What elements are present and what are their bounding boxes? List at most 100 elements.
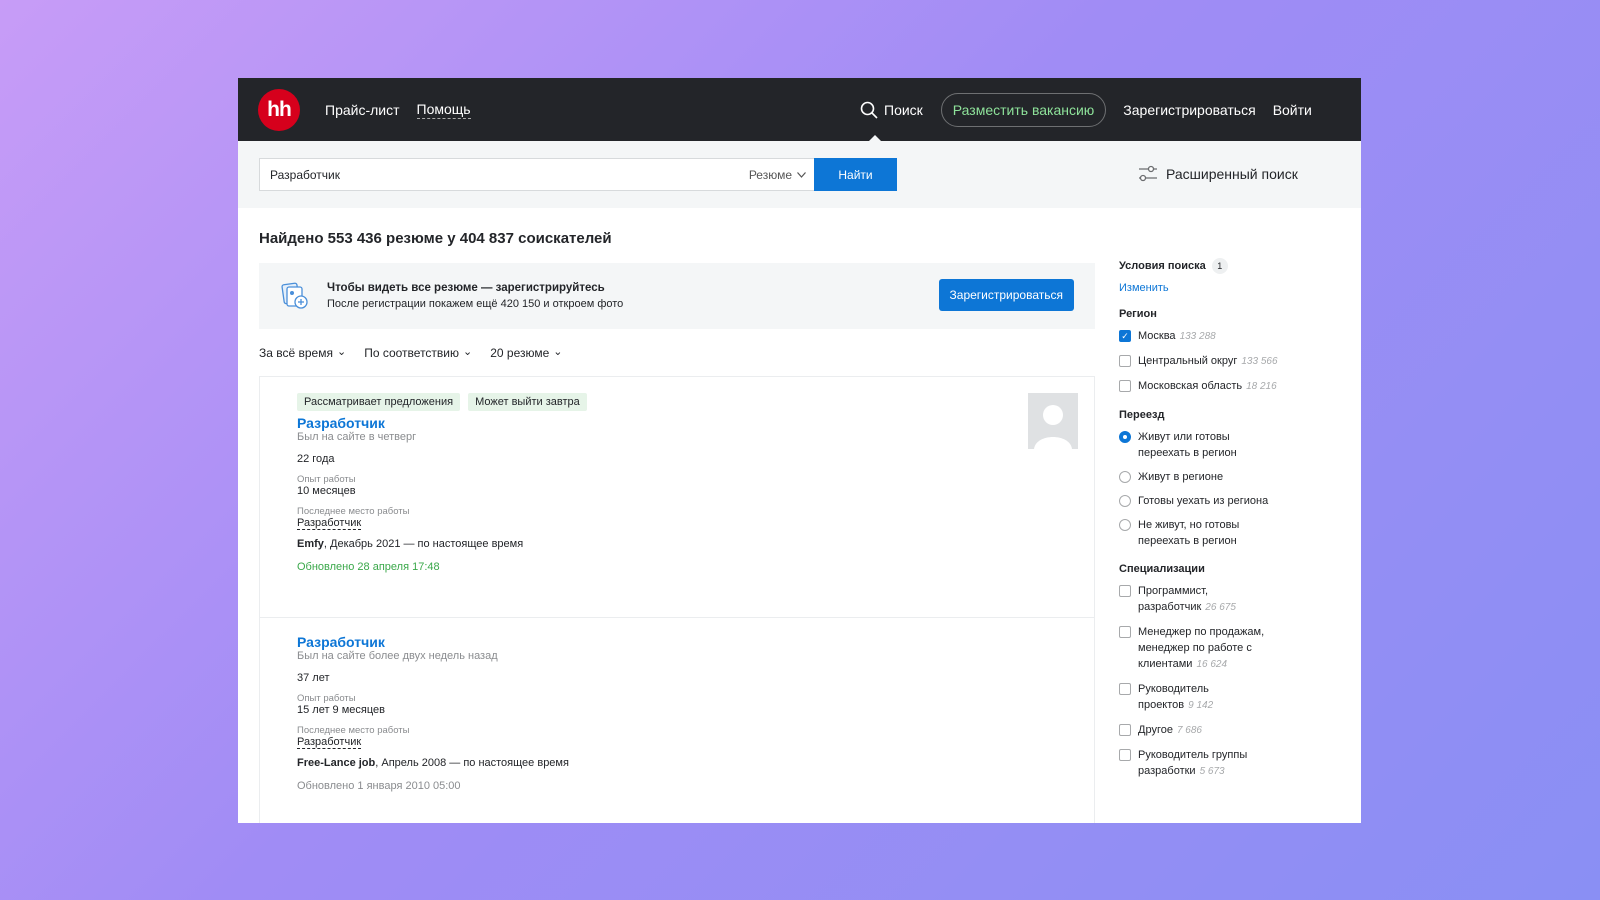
search-query: Разработчик: [270, 167, 340, 182]
radio[interactable]: [1119, 519, 1131, 531]
last-seen: Был на сайте в четверг: [297, 431, 417, 443]
relocation-option[interactable]: Живут или готовы переехать в регион: [1119, 429, 1339, 461]
company-name: Free-Lance job: [297, 757, 376, 769]
relocation-title: Переезд: [1119, 409, 1165, 421]
checkbox-checked[interactable]: ✓: [1119, 330, 1131, 342]
option-label: Москва: [1138, 330, 1176, 342]
option-count: 5 673: [1199, 766, 1225, 777]
specialization-option[interactable]: Руководитель группы разработки 5 673: [1119, 747, 1339, 780]
checkbox[interactable]: [1119, 683, 1131, 695]
relocation-option[interactable]: Готовы уехать из региона: [1119, 493, 1339, 509]
last-job-title[interactable]: Разработчик: [297, 736, 362, 749]
register-link[interactable]: Зарегистрироваться: [1123, 102, 1255, 118]
search-nav-item[interactable]: Поиск: [860, 78, 923, 142]
option-count: 133 566: [1241, 356, 1278, 367]
price-list-link[interactable]: Прайс-лист: [325, 102, 400, 118]
advanced-search-link[interactable]: Расширенный поиск: [1138, 165, 1298, 183]
avatar: [1028, 393, 1078, 449]
radio-selected[interactable]: [1119, 431, 1131, 443]
sort-filter[interactable]: По соответствию: [364, 346, 472, 360]
sort-filters: За всё время По соответствию 20 резюме: [259, 346, 563, 360]
updated-date: Обновлено 1 января 2010 05:00: [297, 780, 461, 792]
search-type-select[interactable]: Резюме: [749, 168, 814, 182]
option-label: Готовы уехать из региона: [1138, 495, 1269, 507]
specialization-option[interactable]: Руководитель проектов 9 142: [1119, 681, 1339, 714]
last-job-label: Последнее место работы: [297, 506, 410, 517]
region-option-moscow[interactable]: ✓ Москва 133 288: [1119, 328, 1339, 345]
option-label: Программист, разработчик: [1138, 585, 1209, 613]
promo-subtitle: После регистрации покажем ещё 420 150 и …: [327, 298, 624, 310]
promo-text: Чтобы видеть все резюме — зарегистрируйт…: [327, 280, 623, 312]
option-label: Московская область: [1138, 380, 1243, 392]
hh-logo[interactable]: hh: [258, 88, 300, 131]
top-right-nav: Поиск Разместить вакансию Зарегистрирова…: [860, 78, 1312, 142]
specialization-option[interactable]: Менеджер по продажам, менеджер по работе…: [1119, 624, 1339, 673]
option-label: Живут в регионе: [1138, 471, 1224, 483]
search-icon: [860, 101, 878, 119]
post-vacancy-button[interactable]: Разместить вакансию: [940, 92, 1107, 127]
option-count: 9 142: [1188, 700, 1214, 711]
change-conditions-link[interactable]: Изменить: [1119, 282, 1339, 294]
help-link[interactable]: Помощь: [416, 101, 471, 119]
register-promo-banner: Чтобы видеть все резюме — зарегистрируйт…: [259, 263, 1095, 329]
option-label: Центральный округ: [1138, 355, 1238, 367]
option-count: 133 288: [1179, 331, 1216, 342]
checkbox[interactable]: [1119, 585, 1131, 597]
browser-window: hh Прайс-лист Помощь Поиск Разместить ва…: [238, 78, 1361, 823]
search-bar: Разработчик Резюме Найти Расширенный пои…: [238, 141, 1361, 208]
login-link[interactable]: Войти: [1273, 102, 1312, 118]
resume-cards-icon: [281, 282, 308, 309]
checkbox[interactable]: [1119, 380, 1131, 392]
experience-value: 10 месяцев: [297, 485, 356, 497]
promo-register-button[interactable]: Зарегистрироваться: [938, 279, 1074, 311]
results-count-title: Найдено 553 436 резюме у 404 837 соискат…: [259, 230, 612, 247]
filter-sliders-icon: [1139, 165, 1157, 182]
option-label: Руководитель группы разработки: [1138, 749, 1248, 777]
resume-tags: Рассматривает предложения Может выйти за…: [297, 393, 1057, 411]
option-count: 18 216: [1246, 381, 1277, 392]
chevron-down-icon: [797, 171, 806, 178]
relocation-option[interactable]: Не живут, но готовы переехать в регион: [1119, 517, 1339, 549]
search-conditions: Условия поиска 1 Изменить: [1119, 258, 1339, 294]
resume-card: Разработчик Был на сайте более двух неде…: [260, 617, 1094, 808]
experience-label: Опыт работы: [297, 474, 356, 485]
per-page-filter[interactable]: 20 резюме: [490, 346, 562, 360]
region-option-moscow-oblast[interactable]: Московская область 18 216: [1119, 378, 1339, 395]
search-conditions-title: Условия поиска 1: [1119, 258, 1339, 274]
search-input[interactable]: Разработчик Резюме: [259, 158, 814, 191]
option-count: 16 624: [1196, 659, 1228, 670]
relocation-filter: Переезд Живут или готовы переехать в рег…: [1119, 409, 1339, 549]
radio[interactable]: [1119, 495, 1131, 507]
checkbox[interactable]: [1119, 749, 1131, 761]
top-navigation: hh Прайс-лист Помощь Поиск Разместить ва…: [238, 78, 1361, 142]
results-list: Рассматривает предложения Может выйти за…: [259, 376, 1095, 823]
period-filter[interactable]: За всё время: [259, 346, 346, 360]
region-option-central[interactable]: Центральный округ 133 566: [1119, 353, 1339, 370]
resume-card: Рассматривает предложения Может выйти за…: [260, 377, 1094, 617]
find-button[interactable]: Найти: [814, 158, 897, 191]
status-badge: Рассматривает предложения: [297, 393, 461, 411]
specialization-option[interactable]: Другое 7 686: [1119, 722, 1339, 739]
promo-title: Чтобы видеть все резюме — зарегистрируйт…: [327, 282, 605, 294]
checkbox[interactable]: [1119, 355, 1131, 367]
job-period: , Декабрь 2021 — по настоящее время: [323, 538, 524, 550]
experience-label: Опыт работы: [297, 693, 356, 704]
region-title: Регион: [1119, 308, 1157, 320]
specialization-option[interactable]: Программист, разработчик 26 675: [1119, 583, 1339, 616]
resume-title-link[interactable]: Разработчик: [297, 634, 1057, 650]
resume-title-link[interactable]: Разработчик: [297, 415, 1057, 431]
specializations-filter: Специализации Программист, разработчик 26…: [1119, 563, 1339, 780]
last-job-title[interactable]: Разработчик: [297, 517, 362, 530]
advanced-search-label: Расширенный поиск: [1166, 166, 1298, 182]
region-filter: Регион ✓ Москва 133 288 Центральный округ…: [1119, 308, 1339, 395]
last-job-label: Последнее место работы: [297, 725, 410, 736]
relocation-option[interactable]: Живут в регионе: [1119, 469, 1339, 485]
search-conditions-label: Условия поиска: [1119, 260, 1206, 272]
age: 37 лет: [297, 672, 330, 684]
checkbox[interactable]: [1119, 724, 1131, 736]
experience-value: 15 лет 9 месяцев: [297, 704, 386, 716]
conditions-count-badge: 1: [1211, 258, 1228, 274]
checkbox[interactable]: [1119, 626, 1131, 638]
radio[interactable]: [1119, 471, 1131, 483]
job-period: , Апрель 2008 — по настоящее время: [375, 757, 569, 769]
